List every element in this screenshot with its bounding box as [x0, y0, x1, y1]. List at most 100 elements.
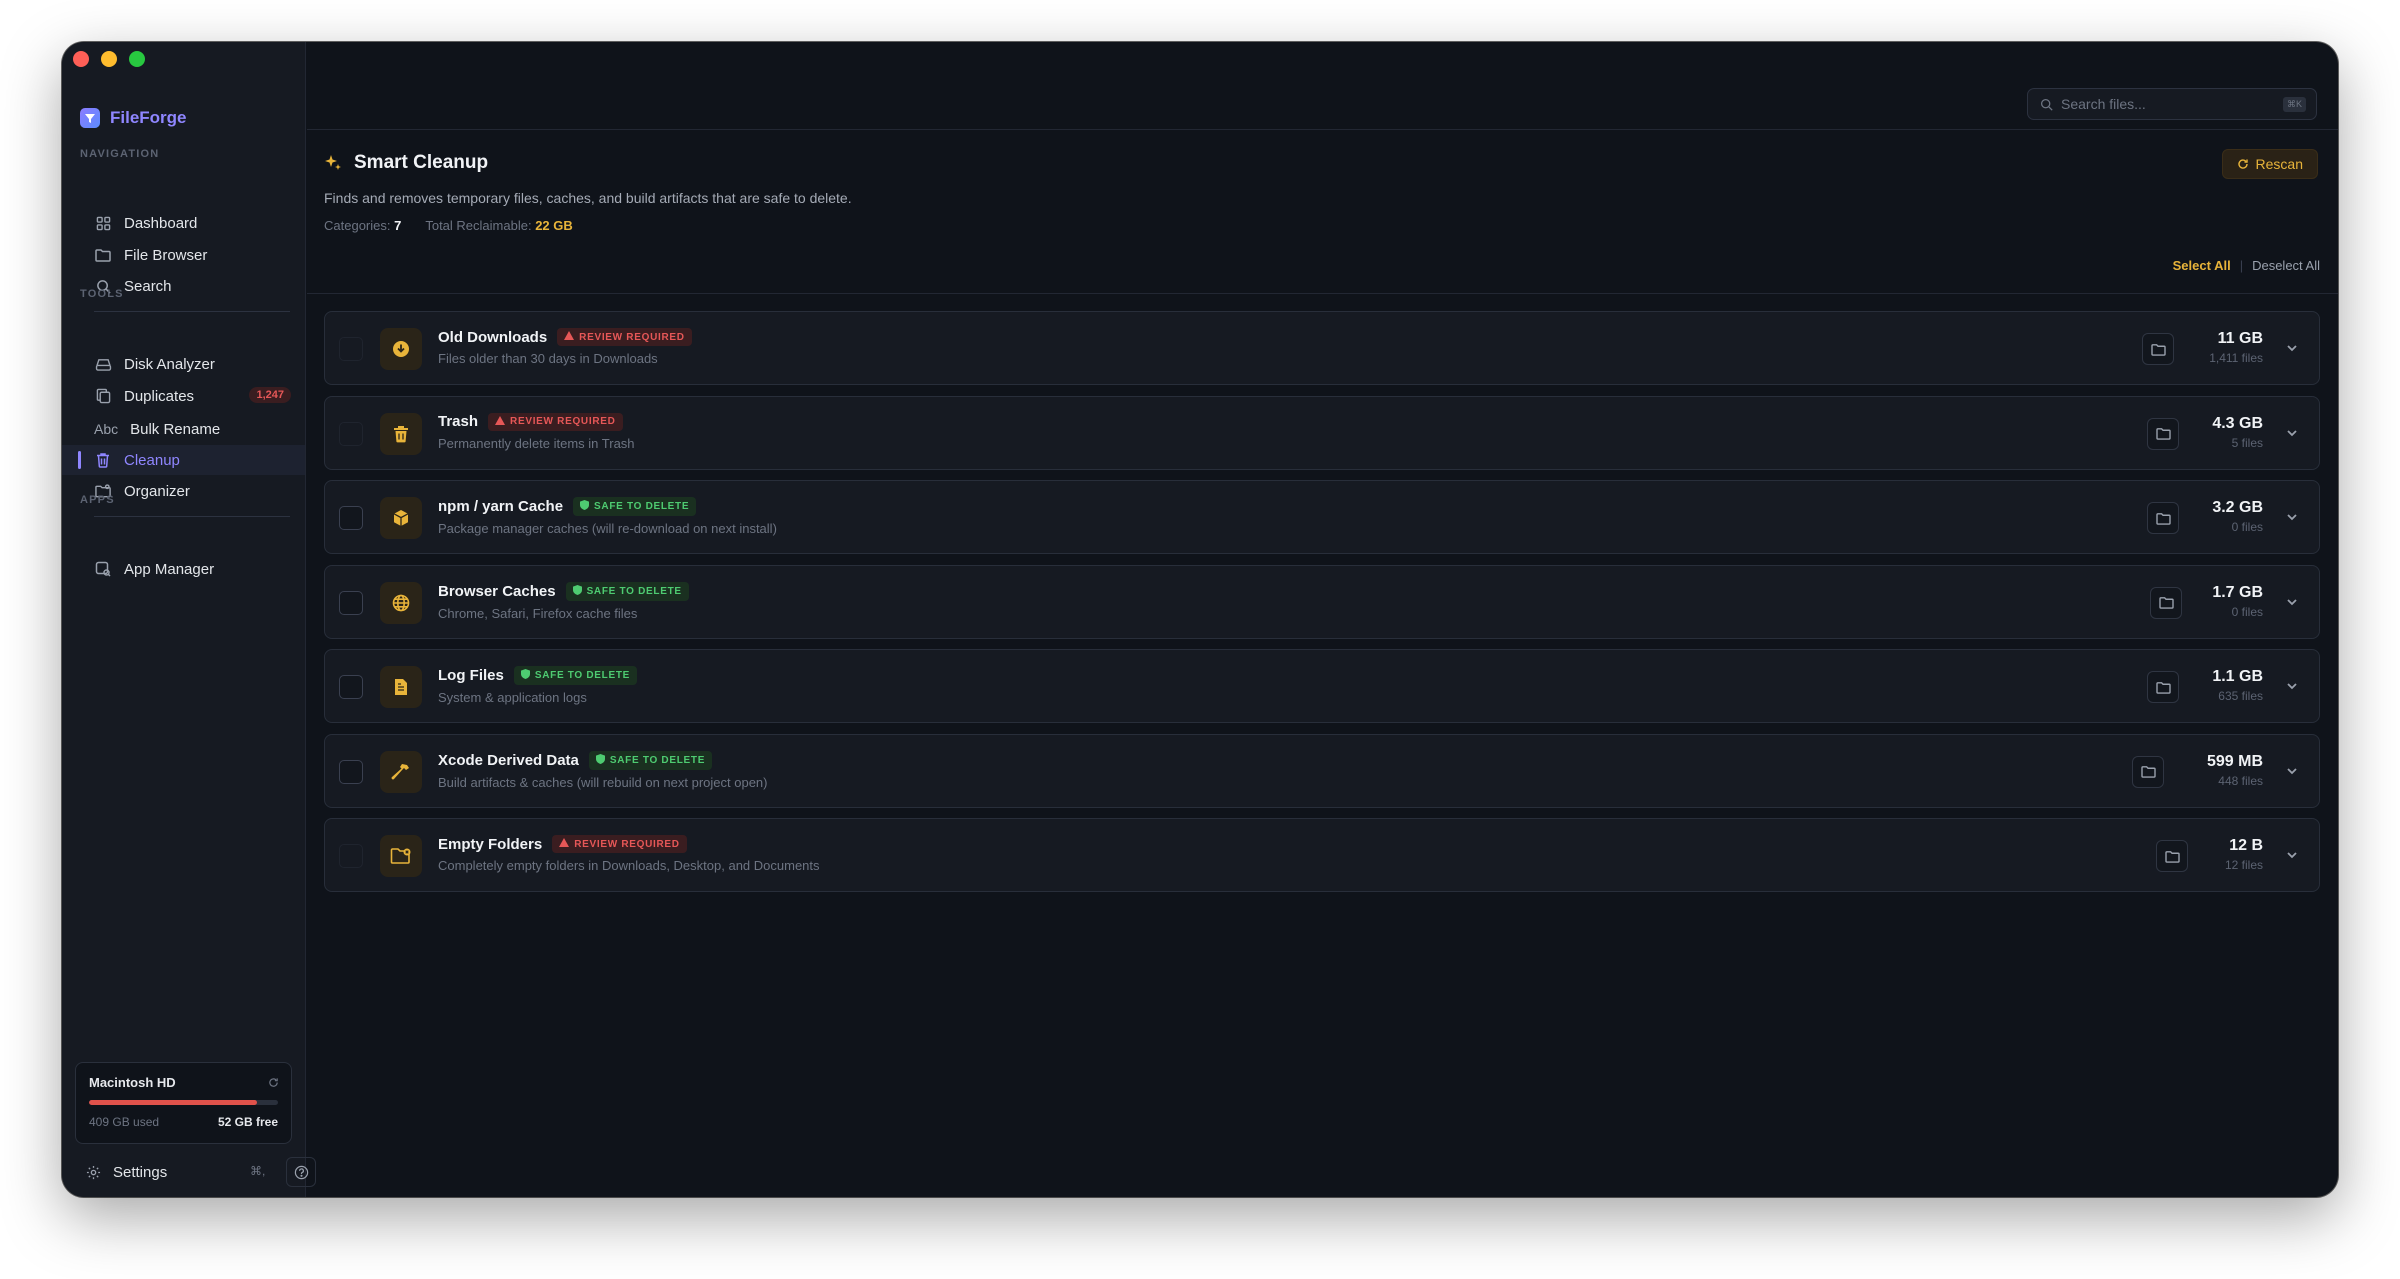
section-label-apps: APPS — [80, 494, 115, 506]
sidebar-item-bulk-rename[interactable]: Abc Bulk Rename — [62, 414, 305, 444]
category-name: Trash — [438, 413, 479, 430]
drive-icon — [94, 355, 112, 373]
refresh-icon[interactable] — [268, 1075, 279, 1093]
category-name: Xcode Derived Data — [438, 751, 579, 769]
shield-check-icon — [520, 669, 530, 682]
reveal-in-folder-button[interactable] — [2147, 502, 2179, 534]
folder-icon — [2158, 597, 2174, 609]
settings-button[interactable]: Settings — [113, 1164, 167, 1181]
chevron-down-icon[interactable] — [2285, 426, 2299, 440]
sparkles-icon — [324, 154, 342, 172]
category-file-count: 12 files — [2224, 858, 2263, 872]
category-file-count: 448 files — [2218, 773, 2263, 788]
deselect-all-button[interactable]: Deselect All — [2252, 258, 2320, 273]
category-checkbox[interactable] — [339, 337, 363, 361]
sidebar-item-disk-analyzer[interactable]: Disk Analyzer — [62, 349, 305, 379]
category-name: Browser Caches — [438, 582, 556, 600]
brand[interactable]: FileForge — [80, 108, 187, 128]
sidebar-item-label: File Browser — [124, 246, 208, 264]
status-badge: SAFE TO DELETE — [513, 666, 638, 685]
sidebar-item-file-browser[interactable]: File Browser — [62, 240, 305, 270]
zoom-window-button[interactable] — [129, 51, 145, 67]
status-badge: SAFE TO DELETE — [573, 497, 697, 516]
chevron-down-icon[interactable] — [2285, 510, 2299, 524]
warning-icon — [495, 415, 506, 428]
cleanup-category-log-files[interactable]: Log Files SAFE TO DELETE System & applic… — [324, 649, 2320, 723]
category-description: Completely empty folders in Downloads, D… — [438, 858, 820, 873]
category-size: 12 B — [2229, 837, 2263, 854]
folder-icon — [2155, 681, 2171, 694]
disk-usage-card[interactable]: Macintosh HD 409 GB used 52 GB free — [75, 1062, 292, 1144]
sidebar-divider — [94, 311, 290, 312]
cleanup-category-xcode-derived-data[interactable]: Xcode Derived Data SAFE TO DELETE Build … — [324, 733, 2320, 808]
sidebar-item-app-manager[interactable]: App Manager — [62, 554, 305, 584]
chevron-down-icon[interactable] — [2285, 679, 2299, 693]
sidebar-item-label: App Manager — [124, 560, 215, 578]
chevron-down-icon[interactable] — [2285, 764, 2299, 778]
cleanup-category-browser-caches[interactable]: Browser Caches SAFE TO DELETE Chrome, Sa… — [324, 564, 2320, 639]
reveal-in-folder-button[interactable] — [2147, 671, 2179, 703]
reveal-in-folder-button[interactable] — [2150, 586, 2182, 619]
shield-check-icon — [572, 584, 582, 598]
reveal-in-folder-button[interactable] — [2132, 755, 2164, 788]
reveal-in-folder-button[interactable] — [2147, 417, 2179, 450]
minimize-window-button[interactable] — [101, 51, 117, 67]
search-input[interactable] — [2061, 96, 2271, 112]
category-checkbox[interactable] — [339, 675, 363, 699]
category-name: npm / yarn Cache — [438, 498, 564, 515]
status-badge: SAFE TO DELETE — [588, 750, 713, 770]
globe-icon — [380, 581, 422, 624]
reclaimable-total: 22 GB — [535, 218, 573, 233]
sidebar-item-cleanup[interactable]: Cleanup — [62, 445, 305, 475]
category-checkbox[interactable] — [339, 759, 363, 784]
disk-free-text: 52 GB free — [217, 1115, 278, 1129]
warning-icon — [564, 331, 575, 343]
category-file-count: 635 files — [2218, 689, 2263, 703]
select-all-button[interactable]: Select All — [2173, 258, 2231, 273]
reveal-in-folder-button[interactable] — [2156, 840, 2188, 872]
cleanup-header: Smart Cleanup Finds and removes temporar… — [307, 130, 2338, 294]
category-checkbox[interactable] — [339, 844, 363, 868]
category-size: 1.7 GB — [2212, 583, 2263, 601]
category-description: Permanently delete items in Trash — [438, 435, 635, 451]
reclaimable-label: Total Reclaimable: — [425, 218, 532, 233]
app-search-icon — [94, 560, 112, 578]
sidebar-item-dashboard[interactable]: Dashboard — [62, 208, 305, 238]
cleanup-category-empty-folders[interactable]: Empty Folders REVIEW REQUIRED Completely… — [324, 818, 2320, 892]
status-badge: SAFE TO DELETE — [565, 581, 689, 601]
search-box[interactable]: ⌘K — [2027, 88, 2317, 120]
package-icon — [380, 497, 422, 539]
warning-icon — [559, 838, 570, 850]
sidebar-item-duplicates[interactable]: Duplicates 1,247 — [62, 381, 305, 411]
category-file-count: 5 files — [2231, 435, 2263, 450]
trash-icon — [94, 451, 112, 469]
category-name: Old Downloads — [438, 328, 548, 346]
cleanup-category-old-downloads[interactable]: Old Downloads REVIEW REQUIRED Files olde… — [324, 311, 2320, 385]
disk-name: Macintosh HD — [89, 1075, 176, 1090]
cleanup-category-npm-yarn-cache[interactable]: npm / yarn Cache SAFE TO DELETE Package … — [324, 480, 2320, 554]
settings-row: Settings ⌘, — [86, 1157, 316, 1187]
sidebar-item-label: Duplicates — [124, 387, 195, 405]
category-checkbox[interactable] — [339, 421, 363, 446]
category-checkbox[interactable] — [339, 506, 363, 530]
cleanup-category-list: Old Downloads REVIEW REQUIRED Files olde… — [324, 311, 2320, 903]
reveal-in-folder-button[interactable] — [2142, 333, 2174, 365]
chevron-down-icon[interactable] — [2285, 848, 2299, 862]
rescan-button[interactable]: Rescan — [2221, 149, 2318, 179]
fileforge-logo-icon — [80, 108, 100, 128]
category-name: Log Files — [438, 667, 504, 684]
chevron-down-icon[interactable] — [2285, 595, 2299, 609]
category-name: Empty Folders — [438, 835, 543, 853]
cleanup-category-trash[interactable]: Trash REVIEW REQUIRED Permanently delete… — [324, 395, 2320, 470]
page-title: Smart Cleanup — [354, 152, 489, 173]
status-badge: REVIEW REQUIRED — [488, 412, 623, 431]
chevron-down-icon[interactable] — [2285, 341, 2299, 355]
search-shortcut: ⌘K — [2282, 97, 2306, 112]
category-checkbox[interactable] — [339, 590, 363, 615]
rescan-label: Rescan — [2255, 156, 2303, 172]
close-window-button[interactable] — [73, 51, 89, 67]
folder-icon — [2155, 428, 2171, 440]
category-description: Files older than 30 days in Downloads — [438, 351, 658, 366]
top-bar: ⌘K — [307, 42, 2338, 130]
category-size: 1.1 GB — [2212, 668, 2263, 685]
